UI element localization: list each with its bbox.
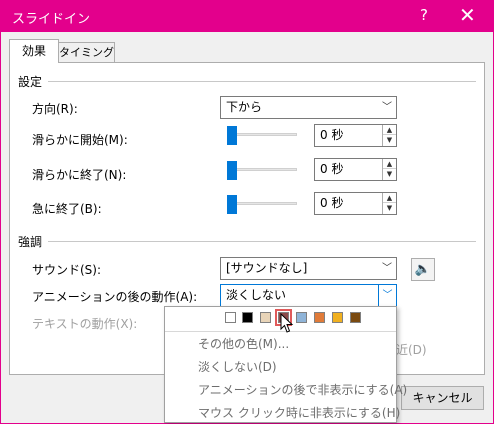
help-button[interactable]: ? — [420, 6, 428, 24]
smooth-start-slider-thumb[interactable] — [227, 126, 237, 145]
chevron-down-icon: ﹀ — [382, 263, 392, 274]
sound-label: サウンド(S): — [32, 263, 102, 277]
spin-down-icon[interactable]: ▼ — [383, 135, 396, 145]
color-swatch-tan[interactable] — [260, 312, 271, 323]
title-bar: スライドイン ? ✕ — [1, 1, 493, 32]
settings-divider — [48, 81, 476, 82]
tab-effect[interactable]: 効果 — [9, 39, 59, 63]
direction-value: 下から — [226, 100, 263, 114]
close-button[interactable]: ✕ — [459, 3, 476, 27]
direction-select[interactable]: 下から ﹀ — [220, 96, 397, 119]
spin-up-icon[interactable]: ▲ — [383, 125, 396, 135]
after-animation-select[interactable]: 淡くしない ﹀ — [220, 284, 397, 307]
sound-value: [サウンドなし] — [226, 261, 308, 275]
smooth-end-label: 滑らかに終了(N): — [32, 168, 127, 182]
tab-timing[interactable]: タイミング — [58, 42, 115, 63]
spinner-buttons: ▲ ▼ — [382, 159, 396, 180]
color-swatch-blue[interactable] — [296, 312, 307, 323]
smooth-end-slider-track[interactable] — [227, 168, 297, 171]
color-swatch-white[interactable] — [225, 312, 236, 323]
window-title: スライドイン — [12, 12, 91, 27]
partial-hidden-label: 近(D) — [396, 343, 427, 357]
spinner-buttons: ▲ ▼ — [382, 193, 396, 214]
cancel-button[interactable]: キャンセル — [401, 386, 484, 410]
color-swatch-orange[interactable] — [314, 312, 325, 323]
hide-after-animation-item[interactable]: アニメーションの後で非表示にする(A) — [198, 381, 407, 398]
sudden-end-slider-track[interactable] — [227, 202, 297, 205]
spin-up-icon[interactable]: ▲ — [383, 159, 396, 169]
direction-label: 方向(R): — [32, 102, 78, 116]
mouse-cursor-icon — [280, 313, 294, 333]
smooth-end-spinner[interactable]: 0 秒 ▲ ▼ — [314, 158, 397, 181]
speaker-icon[interactable]: 🔈 — [411, 258, 435, 281]
spin-down-icon[interactable]: ▼ — [383, 169, 396, 179]
after-animation-value: 淡くしない — [226, 288, 287, 302]
sudden-end-spinner[interactable]: 0 秒 ▲ ▼ — [314, 192, 397, 215]
sound-select[interactable]: [サウンドなし] ﹀ — [220, 257, 397, 280]
text-animation-label: テキストの動作(X): — [32, 317, 138, 331]
hide-on-click-item[interactable]: マウス クリック時に非表示にする(H) — [198, 404, 400, 421]
smooth-end-slider-thumb[interactable] — [227, 161, 237, 180]
spin-up-icon[interactable]: ▲ — [383, 193, 396, 203]
sudden-end-value: 0 秒 — [320, 196, 344, 210]
chevron-down-icon: ﹀ — [378, 285, 396, 306]
spin-down-icon[interactable]: ▼ — [383, 203, 396, 213]
sudden-end-label: 急に終了(B): — [32, 202, 102, 216]
spinner-buttons: ▲ ▼ — [382, 125, 396, 146]
chevron-down-icon: ﹀ — [382, 102, 392, 113]
no-dim-item[interactable]: 淡くしない(D) — [198, 358, 277, 375]
smooth-start-label: 滑らかに開始(M): — [32, 133, 128, 147]
settings-heading: 設定 — [18, 75, 43, 89]
sudden-end-slider-thumb[interactable] — [227, 195, 237, 214]
after-animation-label: アニメーションの後の動作(A): — [32, 290, 198, 304]
smooth-start-slider-track[interactable] — [227, 133, 297, 136]
smooth-end-value: 0 秒 — [320, 162, 344, 176]
color-swatch-gold[interactable] — [332, 312, 343, 323]
smooth-start-spinner[interactable]: 0 秒 ▲ ▼ — [314, 124, 397, 147]
more-colors-item[interactable]: その他の色(M)... — [198, 335, 289, 352]
emphasis-heading: 強調 — [18, 235, 43, 249]
color-swatch-dark-brown[interactable] — [350, 312, 361, 323]
color-swatch-black[interactable] — [242, 312, 253, 323]
emphasis-divider — [48, 241, 476, 242]
smooth-start-value: 0 秒 — [320, 128, 344, 142]
